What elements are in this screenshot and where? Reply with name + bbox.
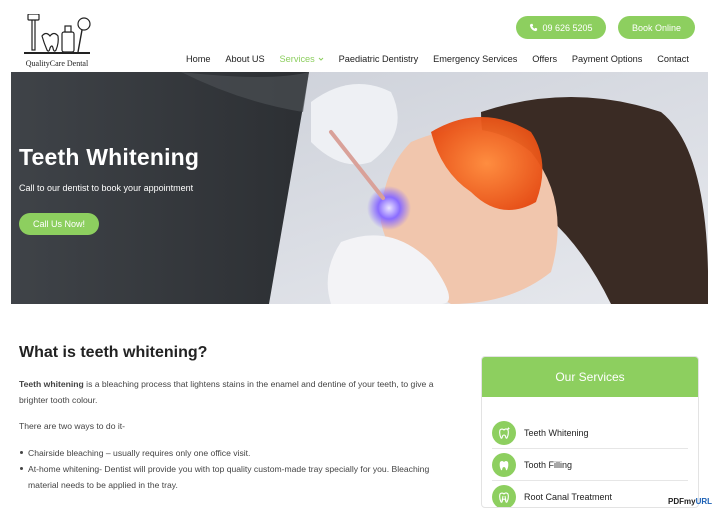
site-header: QualityCare Dental 09 626 5205 Book Onli… (0, 0, 719, 72)
hero-banner: Teeth Whitening Call to our dentist to b… (11, 72, 708, 304)
call-us-now-button[interactable]: Call Us Now! (19, 213, 99, 235)
nav-emergency-services[interactable]: Emergency Services (433, 52, 517, 66)
nav-label: About US (225, 54, 265, 64)
list-item: At-home whitening- Dentist will provide … (19, 461, 459, 493)
service-label: Teeth Whitening (524, 427, 589, 438)
nav-payment-options[interactable]: Payment Options (572, 52, 642, 66)
service-tooth-filling[interactable]: Tooth Filling (492, 449, 688, 481)
intro-paragraph: Teeth whitening is a bleaching process t… (19, 376, 459, 408)
nav-label: Payment Options (571, 54, 643, 64)
watermark-prefix: PDFmy (668, 497, 696, 506)
nav-label: Paediatric Dentistry (338, 54, 419, 64)
services-list: Teeth Whitening Tooth Filling Root Canal… (492, 417, 688, 507)
nav-label: Services (279, 54, 315, 64)
hero-title: Teeth Whitening (19, 144, 200, 170)
methods-list: Chairside bleaching – usually requires o… (19, 445, 459, 493)
site-logo[interactable]: QualityCare Dental (22, 13, 92, 70)
list-item: Chairside bleaching – usually requires o… (19, 445, 459, 461)
book-online-button[interactable]: Book Online (618, 16, 695, 39)
phone-icon (530, 23, 538, 32)
pdfmyurl-watermark: PDFmyURL (668, 497, 712, 506)
nav-offers[interactable]: Offers (532, 52, 557, 66)
phone-number: 09 626 5205 (542, 22, 593, 33)
logo-mark-icon (24, 13, 91, 54)
phone-button[interactable]: 09 626 5205 (516, 16, 606, 39)
nav-about-us[interactable]: About US (225, 52, 264, 66)
watermark-suffix: URL (695, 497, 713, 506)
services-title: Our Services (482, 357, 698, 397)
tooth-sparkle-icon (492, 420, 516, 445)
services-widget: Our Services Teeth Whitening Tooth Filli… (481, 356, 699, 508)
hero-subtitle: Call to our dentist to book your appoint… (19, 183, 194, 193)
service-teeth-whitening[interactable]: Teeth Whitening (492, 417, 688, 449)
nav-label: Offers (532, 54, 558, 64)
intro-bold: Teeth whitening (19, 379, 84, 389)
nav-contact[interactable]: Contact (657, 52, 689, 66)
nav-paediatric-dentistry[interactable]: Paediatric Dentistry (339, 52, 419, 66)
methods-intro: There are two ways to do it- (19, 421, 126, 431)
nav-label: Contact (657, 54, 689, 64)
nav-services[interactable]: Services (280, 52, 324, 66)
root-canal-icon (492, 484, 516, 507)
service-label: Root Canal Treatment (524, 491, 613, 502)
service-root-canal[interactable]: Root Canal Treatment (492, 481, 688, 507)
logo-text: QualityCare Dental (25, 59, 89, 68)
service-label: Tooth Filling (524, 459, 573, 470)
nav-label: Emergency Services (433, 54, 518, 64)
section-heading: What is teeth whitening? (19, 344, 208, 361)
main-nav: Home About US Services Paediatric Dentis… (186, 52, 689, 66)
tooth-icon (492, 452, 516, 477)
nav-label: Home (186, 54, 211, 64)
nav-home[interactable]: Home (186, 52, 211, 66)
chevron-down-icon (318, 57, 324, 61)
